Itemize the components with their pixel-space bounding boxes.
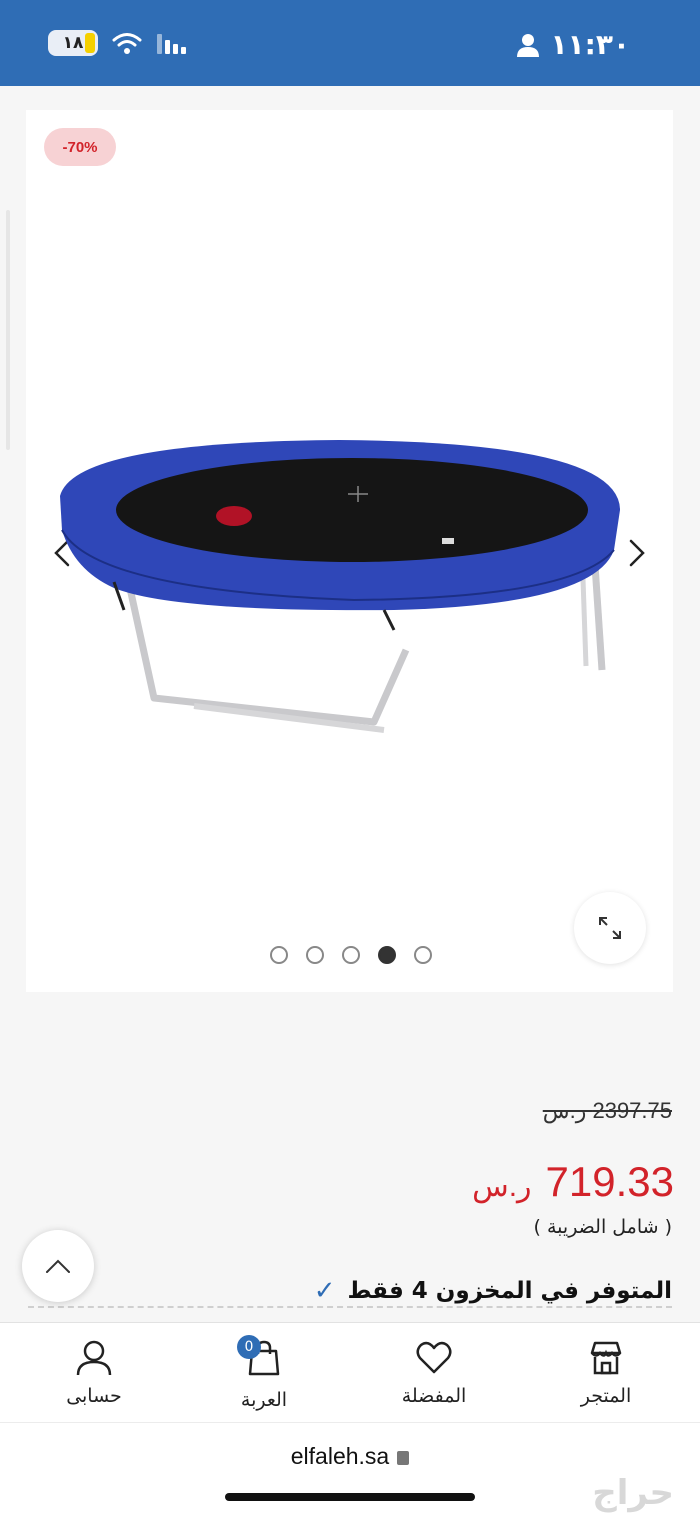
gallery-dot[interactable]	[306, 946, 324, 964]
expand-icon	[599, 917, 621, 939]
zoom-button[interactable]	[574, 892, 646, 964]
user-icon	[76, 1340, 112, 1376]
nav-label-favorites: المفضلة	[401, 1385, 467, 1407]
battery-icon: ١٨	[48, 30, 98, 56]
url-text: elfaleh.sa	[290, 1443, 390, 1469]
scroll-to-top-button[interactable]	[22, 1230, 94, 1302]
sale-price-currency: ر.س	[472, 1170, 532, 1203]
sale-price: 719.33 ر.س	[472, 1158, 674, 1206]
heart-icon	[416, 1341, 452, 1374]
gallery-dot[interactable]	[270, 946, 288, 964]
nav-label-account: حسابى	[66, 1385, 122, 1407]
status-indicators: ١٨	[48, 30, 188, 56]
status-bar: ١٨ ١١:٣٠	[0, 0, 700, 86]
gallery-next-arrow-icon[interactable]	[621, 538, 651, 568]
gallery-dot-active[interactable]	[378, 946, 396, 964]
time-display: ١١:٣٠	[550, 28, 630, 61]
battery-level: ١٨	[62, 33, 84, 53]
gallery-dot[interactable]	[414, 946, 432, 964]
stock-text: المتوفر في المخزون 4 فقط	[347, 1278, 672, 1304]
cellular-signal-icon	[157, 34, 186, 54]
wifi-icon	[112, 33, 142, 54]
checkmark-icon: ✓	[313, 1276, 336, 1306]
sale-price-value: 719.33	[545, 1158, 674, 1205]
gallery-pagination	[270, 946, 432, 964]
product-image-trampoline[interactable]	[54, 430, 624, 770]
product-gallery: -70%	[26, 110, 673, 992]
page-scroll-indicator	[6, 210, 10, 450]
nav-item-account[interactable]: حسابى	[34, 1339, 154, 1407]
discount-badge: -70%	[44, 128, 116, 166]
person-icon	[517, 33, 540, 57]
divider	[28, 1306, 672, 1308]
gallery-dot[interactable]	[342, 946, 360, 964]
watermark-logo: حراج	[592, 1473, 674, 1513]
nav-label-cart: العربة	[240, 1389, 288, 1411]
url-display[interactable]: elfaleh.sa	[0, 1443, 700, 1470]
chevron-up-icon	[46, 1259, 70, 1273]
status-clock: ١١:٣٠	[516, 28, 630, 61]
original-price: 2397.75 ر.س	[542, 1098, 672, 1123]
stock-status: المتوفر في المخزون 4 فقط ✓	[314, 1276, 672, 1306]
lock-icon	[397, 1451, 410, 1465]
tax-note: ( شامل الضريبة )	[533, 1216, 672, 1238]
bottom-navigation: المتجر المفضلة 0 العربة حسابى	[0, 1322, 700, 1422]
nav-item-store[interactable]: المتجر	[546, 1339, 666, 1407]
nav-label-store: المتجر	[580, 1385, 632, 1407]
home-indicator[interactable]	[225, 1493, 475, 1501]
cart-count-badge: 0	[237, 1335, 261, 1359]
nav-item-cart[interactable]: 0 العربة	[204, 1335, 324, 1411]
nav-item-favorites[interactable]: المفضلة	[374, 1339, 494, 1407]
store-icon	[590, 1341, 622, 1375]
browser-url-bar: elfaleh.sa حراج	[0, 1422, 700, 1515]
